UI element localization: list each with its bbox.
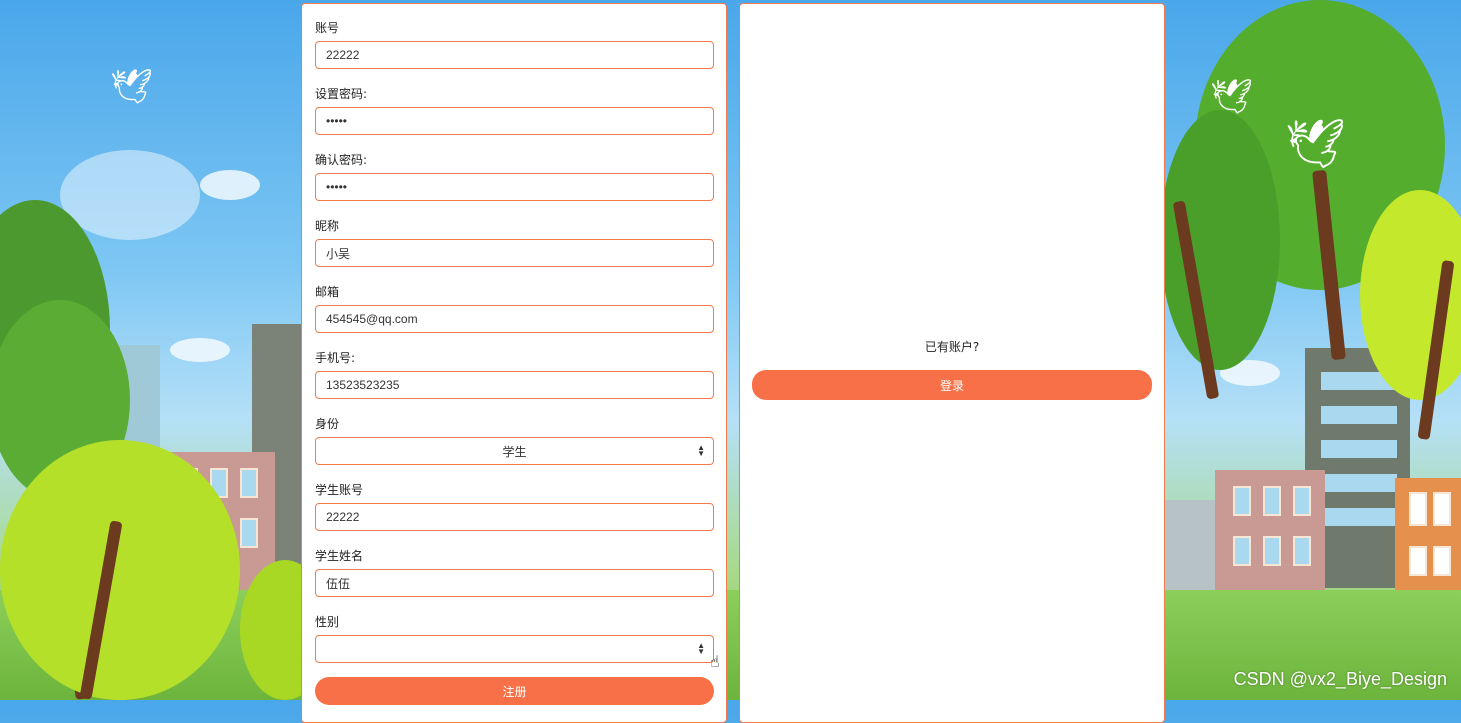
phone-value: 13523523235: [326, 378, 400, 392]
student-account-value: 22222: [326, 510, 360, 524]
nickname-value: 小吴: [326, 246, 351, 261]
gender-label: 性别: [315, 615, 340, 629]
nickname-input[interactable]: 小吴: [315, 239, 714, 267]
register-button[interactable]: 注册: [315, 677, 714, 705]
confirm-password-value: •••••: [326, 180, 348, 194]
email-input[interactable]: 454545@qq.com: [315, 305, 714, 333]
role-select[interactable]: 学生 ▲ ▼: [315, 437, 714, 465]
password-value: •••••: [326, 114, 348, 128]
student-name-value: 伍伍: [326, 576, 351, 591]
login-panel: 已有账户? 登录: [739, 3, 1165, 723]
student-name-input[interactable]: 伍伍: [315, 569, 714, 597]
phone-label: 手机号:: [315, 351, 356, 365]
account-input[interactable]: 22222: [315, 41, 714, 69]
role-value: 学生: [502, 444, 527, 459]
watermark: CSDN @vx2_Biye_Design: [1233, 669, 1447, 689]
gender-select[interactable]: ▲ ▼: [315, 635, 714, 663]
email-label: 邮箱: [315, 285, 340, 299]
register-panel: 账号 22222 设置密码: ••••• 确认密码: ••••• 昵称 小吴 邮…: [301, 3, 727, 723]
nickname-label: 昵称: [315, 219, 340, 233]
select-arrows-icon: ▲ ▼: [697, 443, 705, 458]
login-button[interactable]: 登录: [752, 370, 1152, 400]
password-input[interactable]: •••••: [315, 107, 714, 135]
select-arrows-icon: ▲ ▼: [697, 641, 705, 656]
confirm-password-label: 确认密码:: [315, 153, 368, 167]
role-label: 身份: [315, 417, 340, 431]
student-account-input[interactable]: 22222: [315, 503, 714, 531]
student-account-label: 学生账号: [315, 483, 364, 497]
password-label: 设置密码:: [315, 87, 368, 101]
login-prompt: 已有账户?: [924, 340, 980, 354]
student-name-label: 学生姓名: [315, 549, 364, 563]
email-value: 454545@qq.com: [326, 312, 418, 326]
background-scene: 🕊 🕊 🕊: [0, 0, 1461, 700]
hand-cursor-icon: ☝: [710, 652, 720, 671]
account-value: 22222: [326, 48, 360, 62]
account-label: 账号: [315, 21, 340, 35]
confirm-password-input[interactable]: •••••: [315, 173, 714, 201]
phone-input[interactable]: 13523523235: [315, 371, 714, 399]
